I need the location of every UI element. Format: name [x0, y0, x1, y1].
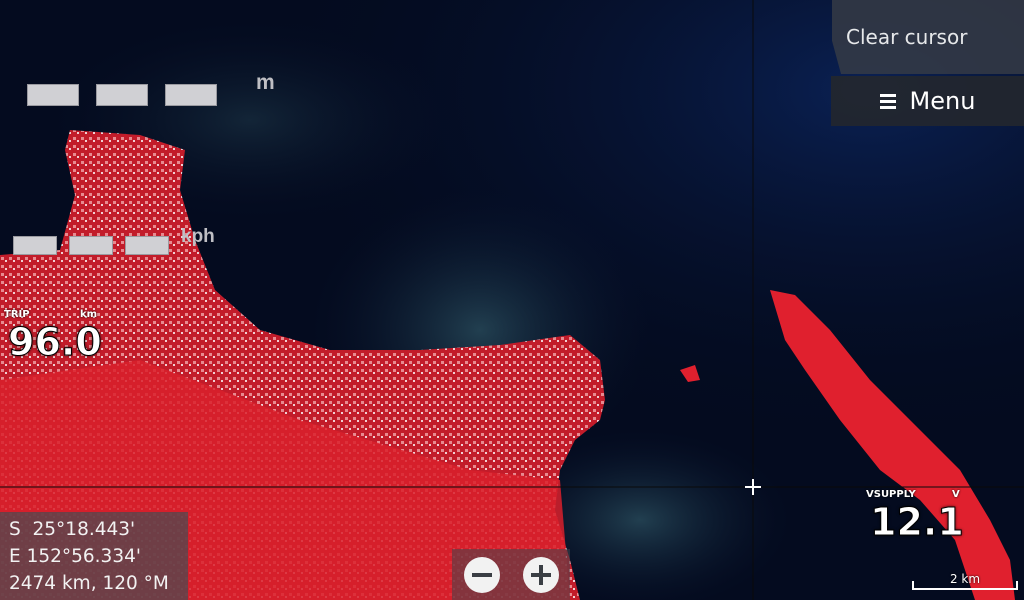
trip-value: 96.0	[8, 320, 103, 365]
depth-placeholder-1	[27, 84, 79, 106]
depth-unit: m	[256, 71, 275, 94]
vsupply-label: VSUPPLY	[866, 489, 916, 500]
cursor-longitude: E 152°56.334'	[9, 546, 141, 567]
cursor-crosshair-icon	[745, 479, 761, 495]
scale-label: 2 km	[949, 572, 981, 586]
scale-bar: 2 km	[912, 572, 1018, 590]
depth-placeholder-3	[165, 84, 217, 106]
clear-cursor-button[interactable]: Clear cursor	[832, 0, 1024, 74]
trip-label: TRIP	[4, 309, 30, 320]
trip-unit: km	[80, 309, 98, 320]
depth-placeholder-2	[96, 84, 148, 106]
speed-placeholder-2	[69, 236, 113, 255]
cursor-range-bearing: 2474 km, 120 °M	[9, 573, 169, 594]
cursor-position-panel[interactable]: S 25°18.443' E 152°56.334' 2474 km, 120 …	[0, 512, 188, 600]
speed-unit: kph	[181, 226, 215, 247]
zoom-in-button[interactable]	[522, 556, 559, 593]
zoom-out-button[interactable]	[463, 556, 500, 593]
speed-placeholder-1	[13, 236, 57, 255]
vsupply-value: 12.1	[870, 500, 965, 545]
clear-cursor-label: Clear cursor	[846, 25, 968, 49]
cursor-latitude: S 25°18.443'	[9, 519, 136, 540]
zoom-controls	[452, 549, 570, 600]
menu-icon	[879, 93, 896, 109]
menu-label: Menu	[909, 87, 976, 115]
speed-placeholder-3	[125, 236, 169, 255]
menu-button[interactable]: Menu	[831, 76, 1024, 126]
vsupply-unit: V	[952, 489, 960, 500]
